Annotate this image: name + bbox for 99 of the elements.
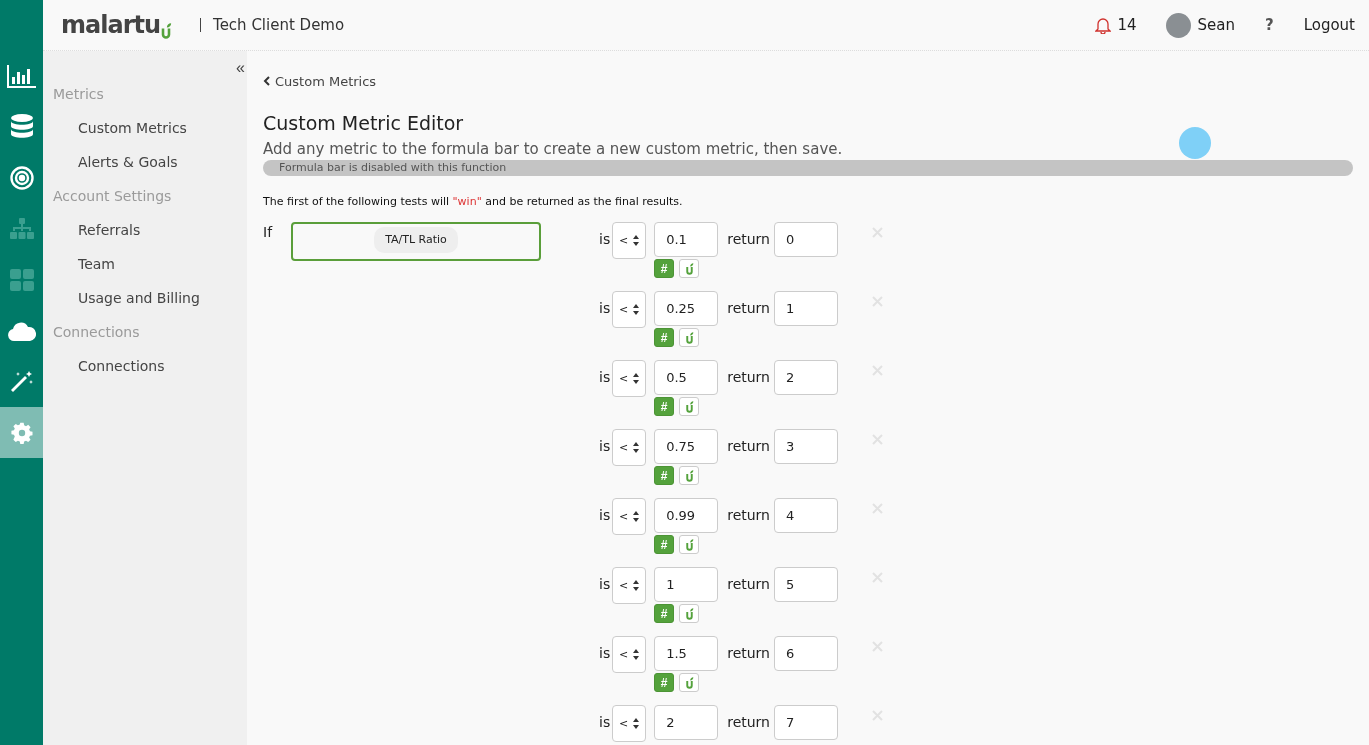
metric-toggle[interactable] — [679, 259, 700, 278]
chart-icon — [6, 63, 37, 88]
is-label: is — [599, 437, 611, 456]
sidebar-item[interactable]: Referrals — [53, 213, 247, 247]
operator-select[interactable]: < — [612, 360, 647, 397]
return-label: return — [727, 299, 770, 318]
metric-toggle[interactable] — [679, 673, 700, 692]
sort-arrows-icon — [633, 235, 640, 246]
is-label: is — [599, 713, 611, 732]
metric-field[interactable]: TA/TL Ratio — [291, 222, 541, 261]
result-field[interactable]: 7 — [774, 705, 838, 740]
sidebar-group-title: Connections — [53, 323, 141, 342]
help-button[interactable]: ? — [1264, 16, 1274, 34]
leaf-icon — [684, 607, 694, 620]
is-label: is — [599, 644, 611, 663]
return-label: return — [727, 437, 770, 456]
metric-toggle[interactable] — [679, 535, 700, 554]
operator-select[interactable]: < — [612, 222, 647, 259]
user-menu[interactable]: Sean — [1166, 12, 1235, 38]
leaf-icon — [684, 676, 694, 689]
metric-toggle[interactable] — [679, 604, 700, 623]
sidebar-group-title: Account Settings — [53, 187, 173, 206]
cloud-icon — [7, 320, 36, 341]
operator-select[interactable]: < — [612, 567, 647, 604]
value-field[interactable]: 2 — [654, 705, 719, 740]
instruction-text: The first of the following tests will "win" and be returned as the final results. — [263, 195, 684, 208]
logo-leaf-icon — [160, 23, 173, 39]
sidebar-item[interactable]: Custom Metrics — [53, 111, 247, 145]
value-field[interactable]: 1.5 — [654, 636, 719, 671]
bell-icon — [1095, 16, 1112, 34]
metric-toggle[interactable] — [679, 397, 700, 416]
value-field[interactable]: 1 — [654, 567, 719, 602]
client-name: Tech Client Demo — [200, 18, 345, 32]
result-field[interactable]: 4 — [774, 498, 838, 533]
metric-toggle[interactable] — [679, 466, 700, 485]
return-label: return — [727, 644, 770, 663]
sort-arrows-icon — [633, 373, 640, 384]
value-field[interactable]: 0.5 — [654, 360, 719, 395]
return-label: return — [727, 230, 770, 249]
operator-select[interactable]: < — [612, 429, 647, 466]
sitemap-icon — [8, 217, 35, 240]
sort-arrows-icon — [633, 580, 640, 591]
page-subtitle: Add any metric to the formula bar to create a new custom metric, then save. — [263, 140, 843, 158]
sort-arrows-icon — [633, 304, 640, 315]
is-label: is — [599, 506, 611, 525]
wand-icon — [9, 369, 34, 394]
leaf-icon — [684, 331, 694, 344]
leaf-icon — [684, 538, 694, 551]
database-icon — [9, 113, 34, 140]
value-field[interactable]: 0.25 — [654, 291, 719, 326]
avatar — [1166, 12, 1192, 38]
leaf-icon — [684, 400, 694, 413]
metric-chip[interactable]: TA/TL Ratio — [374, 227, 458, 253]
return-label: return — [727, 368, 770, 387]
operator-select[interactable]: < — [612, 498, 647, 535]
is-label: is — [599, 368, 611, 387]
return-label: return — [727, 575, 770, 594]
sort-arrows-icon — [633, 718, 640, 729]
sidebar-item[interactable]: Connections — [53, 349, 247, 383]
if-label: If — [263, 223, 274, 240]
grid-icon — [9, 268, 34, 291]
notifications-button[interactable]: 14 — [1095, 16, 1137, 34]
value-field[interactable]: 0.75 — [654, 429, 719, 464]
sort-arrows-icon — [633, 511, 640, 522]
back-link[interactable]: Custom Metrics — [263, 73, 377, 89]
is-label: is — [599, 299, 611, 318]
return-label: return — [727, 713, 770, 732]
sort-arrows-icon — [633, 442, 640, 453]
target-icon — [9, 165, 34, 190]
cursor-highlight — [1179, 127, 1211, 159]
result-field[interactable]: 2 — [774, 360, 838, 395]
collapse-button[interactable]: « — [236, 59, 245, 77]
result-field[interactable]: 6 — [774, 636, 838, 671]
page-title: Custom Metric Editor — [263, 112, 465, 134]
sidebar-group-title: Metrics — [53, 85, 105, 104]
return-label: return — [727, 506, 770, 525]
gear-icon — [10, 421, 33, 444]
gear-nav-button[interactable] — [0, 407, 43, 458]
metric-toggle[interactable] — [679, 328, 700, 347]
result-field[interactable]: 3 — [774, 429, 838, 464]
leaf-icon — [684, 262, 694, 275]
chevron-left-icon — [263, 76, 270, 86]
operator-select[interactable]: < — [612, 705, 647, 742]
sidebar-item[interactable]: Team — [53, 247, 247, 281]
leaf-icon — [684, 469, 694, 482]
logo: malartu — [61, 11, 173, 39]
is-label: is — [599, 575, 611, 594]
sort-arrows-icon — [633, 649, 640, 660]
value-field[interactable]: 0.99 — [654, 498, 719, 533]
result-field[interactable]: 5 — [774, 567, 838, 602]
result-field[interactable]: 0 — [774, 222, 838, 257]
operator-select[interactable]: < — [612, 636, 647, 673]
sidebar-item[interactable]: Alerts & Goals — [53, 145, 247, 179]
operator-select[interactable]: < — [612, 291, 647, 328]
result-field[interactable]: 1 — [774, 291, 838, 326]
is-label: is — [599, 230, 611, 249]
value-field[interactable]: 0.1 — [654, 222, 719, 257]
logout-button[interactable]: Logout — [1303, 16, 1355, 34]
sidebar-item[interactable]: Usage and Billing — [53, 281, 247, 315]
